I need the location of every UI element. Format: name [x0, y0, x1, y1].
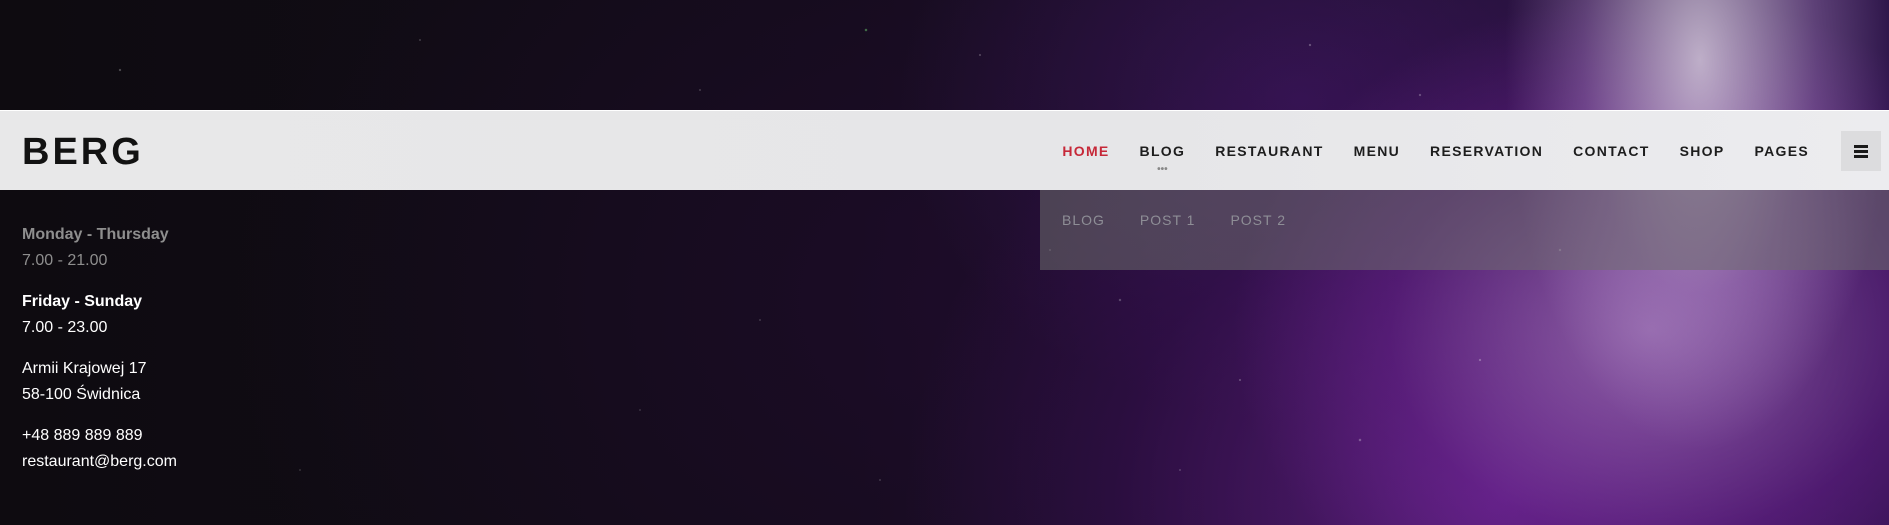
site-header: BERG HOME BLOG ••• RESTAURANT MENU RESER…	[0, 110, 1889, 190]
nav-item-label: BLOG	[1139, 143, 1186, 159]
contact-details: +48 889 889 889 restaurant@berg.com	[22, 423, 177, 475]
hours-time: 7.00 - 21.00	[22, 252, 108, 269]
hours-days-label: Friday - Sunday	[22, 293, 143, 310]
hours-days-label: Monday - Thursday	[22, 226, 169, 243]
nav-item-menu[interactable]: MENU	[1354, 143, 1400, 159]
nav-item-restaurant[interactable]: RESTAURANT	[1215, 143, 1323, 159]
blog-submenu: BLOG POST 1 POST 2	[1040, 190, 1889, 270]
restaurant-info: Monday - Thursday 7.00 - 21.00 Friday - …	[22, 222, 177, 490]
address: Armii Krajowej 17 58-100 Świdnica	[22, 356, 177, 408]
phone-number[interactable]: +48 889 889 889	[22, 423, 177, 449]
nav-item-shop[interactable]: SHOP	[1680, 143, 1725, 159]
nav-item-contact[interactable]: CONTACT	[1573, 143, 1650, 159]
submenu-item-post-1[interactable]: POST 1	[1140, 212, 1196, 228]
hours-time: 7.00 - 23.00	[22, 319, 108, 336]
brand-logo[interactable]: BERG	[22, 133, 144, 171]
email-link[interactable]: restaurant@berg.com	[22, 449, 177, 475]
nav-item-home[interactable]: HOME	[1062, 143, 1109, 159]
hours-weekday: Monday - Thursday 7.00 - 21.00	[22, 222, 177, 274]
hamburger-icon	[1854, 145, 1868, 158]
nav-item-blog[interactable]: BLOG •••	[1139, 143, 1186, 175]
nav-item-pages[interactable]: PAGES	[1755, 143, 1809, 159]
address-line-2: 58-100 Świdnica	[22, 386, 141, 403]
submenu-item-blog[interactable]: BLOG	[1062, 212, 1105, 228]
submenu-items: BLOG POST 1 POST 2	[1062, 170, 1321, 270]
nav-item-reservation[interactable]: RESERVATION	[1430, 143, 1543, 159]
address-line-1: Armii Krajowej 17	[22, 360, 147, 377]
submenu-item-post-2[interactable]: POST 2	[1230, 212, 1286, 228]
hours-weekend: Friday - Sunday 7.00 - 23.00	[22, 289, 177, 341]
menu-toggle-button[interactable]	[1841, 131, 1881, 171]
